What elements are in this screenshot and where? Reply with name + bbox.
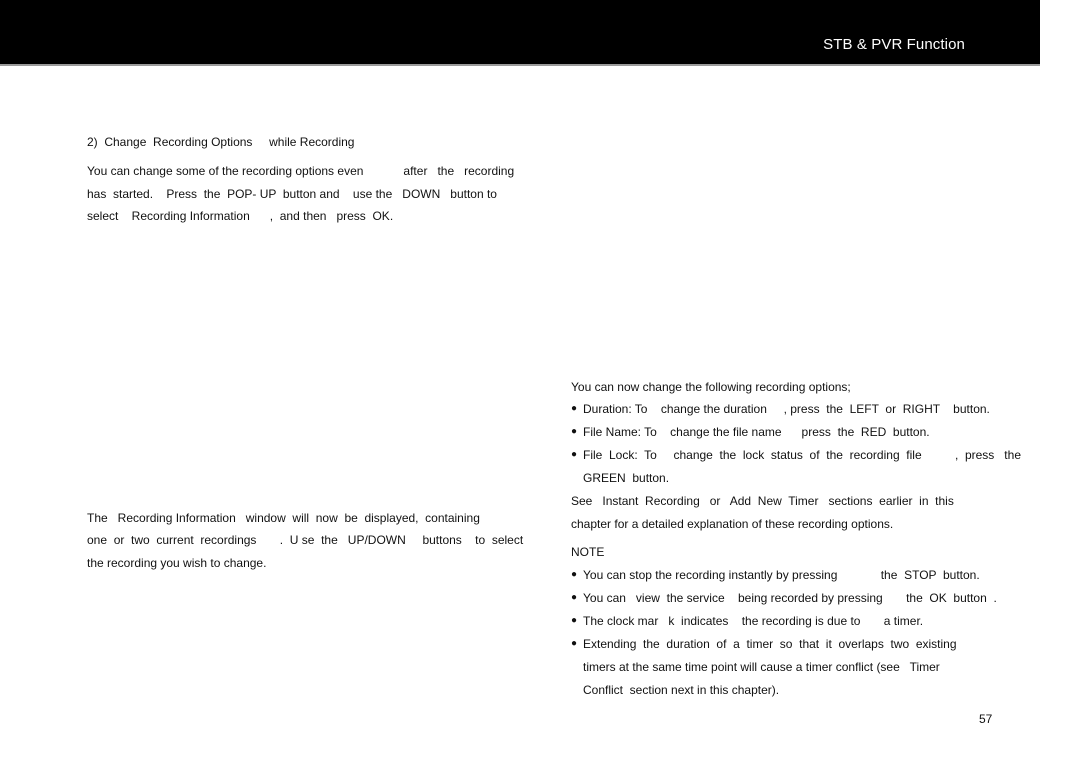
chapter-title: STB & PVR Function (823, 36, 965, 53)
see-line: See Instant Recording or Add New Timer s… (571, 494, 954, 508)
note-text: You can view the service being recorded … (583, 591, 997, 605)
intro-line: select Recording Information , and then … (87, 209, 394, 223)
bullet-icon: ● (571, 569, 578, 580)
note-text: The clock mar k indicates the recording … (583, 614, 924, 628)
option-text: File Lock: To change the lock status of … (583, 448, 1021, 462)
note-text: Conflict section next in this chapter). (583, 683, 780, 697)
note-heading: NOTE (571, 545, 605, 559)
option-text: Duration: To change the duration , press… (583, 402, 990, 416)
intro-line: You can change some of the recording opt… (87, 164, 515, 178)
options-intro: You can now change the following recordi… (571, 380, 851, 394)
window-line: the recording you wish to change. (87, 556, 267, 570)
bullet-icon: ● (571, 403, 578, 414)
bullet-icon: ● (571, 638, 578, 649)
see-line: chapter for a detailed explanation of th… (571, 517, 894, 531)
page-number: 57 (979, 712, 993, 726)
window-line: one or two current recordings . U se the… (87, 533, 524, 547)
bullet-icon: ● (571, 615, 578, 626)
option-text: GREEN button. (583, 471, 670, 485)
option-text: File Name: To change the file name press… (583, 425, 930, 439)
bullet-icon: ● (571, 449, 578, 460)
note-text: You can stop the recording instantly by … (583, 568, 980, 582)
note-text: Extending the duration of a timer so tha… (583, 637, 957, 651)
header-bar: STB & PVR Function (0, 0, 1040, 66)
note-text: timers at the same time point will cause… (583, 660, 940, 674)
intro-line: has started. Press the POP- UP button an… (87, 187, 497, 201)
window-line: The Recording Information window will no… (87, 511, 480, 525)
bullet-icon: ● (571, 426, 578, 437)
section-heading: 2) Change Recording Options while Record… (87, 135, 355, 149)
bullet-icon: ● (571, 592, 578, 603)
